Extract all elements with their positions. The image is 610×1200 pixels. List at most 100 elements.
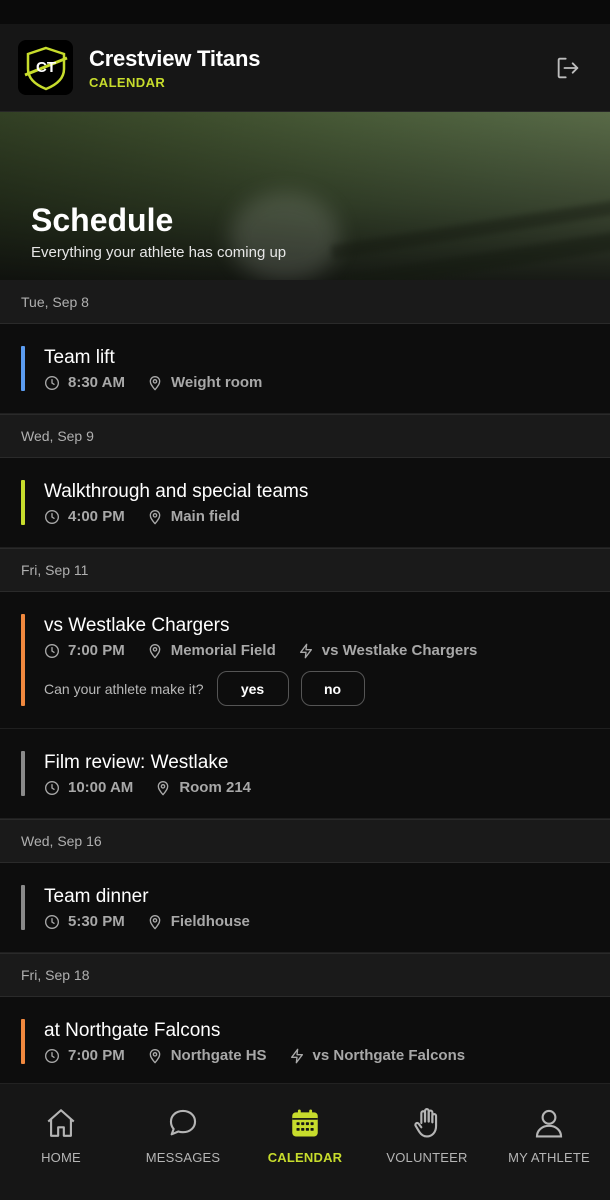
event-title: Film review: Westlake: [44, 752, 229, 773]
page-title: Schedule: [31, 202, 174, 238]
event-title: vs Westlake Chargers: [44, 615, 230, 636]
clock-icon: [44, 914, 68, 930]
event-color-bar: [21, 346, 25, 391]
clock-icon: [44, 643, 68, 659]
event-location-text: Memorial Field: [170, 642, 276, 659]
event-time-text: 4:00 PM: [68, 508, 125, 525]
event-item[interactable]: vs Westlake Chargers 7:00 PM Memorial Fiel…: [0, 592, 610, 729]
tab-calendar[interactable]: CALENDAR: [244, 1084, 366, 1200]
location-pin-icon: [155, 780, 179, 796]
event-title: at Northgate Falcons: [44, 1020, 221, 1041]
day-header: Wed, Sep 9: [0, 414, 610, 458]
event-time: 8:30 AM: [44, 374, 125, 391]
calendar-icon: [288, 1106, 322, 1140]
event-time-text: 7:00 PM: [68, 642, 125, 659]
event-time-text: 5:30 PM: [68, 913, 125, 930]
event-opponent: vs Westlake Chargers: [298, 642, 478, 659]
hand-icon: [410, 1106, 444, 1140]
rsvp-yes-button[interactable]: yes: [216, 671, 289, 706]
event-color-bar: [21, 885, 25, 930]
tab-label: CALENDAR: [267, 1150, 343, 1165]
location-pin-icon: [147, 643, 171, 659]
chat-bubble-icon: [166, 1106, 200, 1140]
event-location-text: Main field: [170, 508, 240, 525]
app-header: CT Crestview Titans CALENDAR: [0, 24, 610, 112]
home-icon: [44, 1106, 78, 1140]
event-title: Team dinner: [44, 886, 149, 907]
location-pin-icon: [147, 1048, 171, 1064]
day-header: Fri, Sep 11: [0, 548, 610, 592]
event-time-text: 10:00 AM: [68, 779, 134, 796]
section-name: CALENDAR: [89, 74, 166, 90]
clock-icon: [44, 509, 68, 525]
person-icon: [532, 1106, 566, 1140]
tab-label: HOME: [41, 1150, 81, 1165]
event-item[interactable]: Team lift 8:30 AM Weight room: [0, 324, 610, 414]
header-text: Crestview Titans CALENDAR: [89, 46, 260, 90]
tab-volunteer[interactable]: VOLUNTEER: [366, 1084, 488, 1200]
event-item[interactable]: at Northgate Falcons 7:00 PM Northgate HS v…: [0, 997, 610, 1083]
rsvp-question: Can your athlete make it?: [44, 680, 204, 697]
event-item[interactable]: Walkthrough and special teams 4:00 PM Main…: [0, 458, 610, 548]
schedule-list[interactable]: Tue, Sep 8 Team lift 8:30 AM Weight room Wed…: [0, 280, 610, 1083]
hero-photo-blur: [230, 192, 340, 280]
event-color-bar: [21, 614, 25, 706]
event-opponent-text: vs Northgate Falcons: [312, 1047, 466, 1064]
event-color-bar: [21, 751, 25, 796]
tab-home[interactable]: HOME: [0, 1084, 122, 1200]
event-time: 4:00 PM: [44, 508, 125, 525]
event-item[interactable]: Team dinner 5:30 PM Fieldhouse: [0, 863, 610, 953]
rsvp-row: Can your athlete make it? yes no: [44, 671, 610, 706]
day-header: Fri, Sep 18: [0, 953, 610, 997]
event-location: Memorial Field: [147, 642, 276, 659]
event-color-bar: [21, 1019, 25, 1064]
team-name: Crestview Titans: [89, 45, 261, 71]
day-header: Wed, Sep 16: [0, 819, 610, 863]
event-title: Team lift: [44, 347, 115, 368]
event-opponent-text: vs Westlake Chargers: [321, 642, 478, 659]
tab-label: VOLUNTEER: [386, 1150, 468, 1165]
location-pin-icon: [147, 375, 171, 391]
event-meta: 8:30 AM Weight room: [44, 374, 610, 391]
event-time: 7:00 PM: [44, 1047, 125, 1064]
tab-label: MY ATHLETE: [508, 1150, 590, 1165]
event-time: 5:30 PM: [44, 913, 125, 930]
logout-icon[interactable]: [554, 54, 582, 82]
clock-icon: [44, 375, 68, 391]
event-location-text: Fieldhouse: [170, 913, 250, 930]
event-color-bar: [21, 480, 25, 525]
tab-messages[interactable]: MESSAGES: [122, 1084, 244, 1200]
lightning-icon: [289, 1048, 313, 1064]
location-pin-icon: [147, 509, 171, 525]
clock-icon: [44, 1048, 68, 1064]
bottom-tab-bar: HOME MESSAGES CALENDAR VOLUNTEER MY ATHLETE: [0, 1083, 610, 1200]
clock-icon: [44, 780, 68, 796]
event-opponent: vs Northgate Falcons: [289, 1047, 466, 1064]
page-subtitle: Everything your athlete has coming up: [31, 244, 287, 261]
rsvp-no-button[interactable]: no: [300, 671, 365, 706]
event-time: 10:00 AM: [44, 779, 133, 796]
event-location-text: Weight room: [170, 374, 263, 391]
event-meta: 7:00 PM Northgate HS vs Northgate Falcons: [44, 1047, 610, 1064]
day-header: Tue, Sep 8: [0, 280, 610, 324]
event-location: Main field: [147, 508, 240, 525]
event-meta: 5:30 PM Fieldhouse: [44, 913, 610, 930]
event-meta: 10:00 AM Room 214: [44, 779, 610, 796]
event-item[interactable]: Film review: Westlake 10:00 AM Room 214: [0, 729, 610, 819]
event-time: 7:00 PM: [44, 642, 125, 659]
event-location-text: Northgate HS: [170, 1047, 267, 1064]
event-meta: 4:00 PM Main field: [44, 508, 610, 525]
location-pin-icon: [147, 914, 171, 930]
event-location: Northgate HS: [147, 1047, 267, 1064]
tab-my-athlete[interactable]: MY ATHLETE: [488, 1084, 610, 1200]
logo-text: CT: [36, 59, 56, 76]
status-bar: [0, 0, 610, 24]
event-time-text: 7:00 PM: [68, 1047, 125, 1064]
event-location: Fieldhouse: [147, 913, 250, 930]
event-location: Weight room: [147, 374, 262, 391]
tab-label: MESSAGES: [145, 1150, 221, 1165]
event-meta: 7:00 PM Memorial Field vs Westlake Charger…: [44, 642, 610, 659]
event-time-text: 8:30 AM: [68, 374, 125, 391]
team-logo: CT: [18, 40, 73, 95]
event-title: Walkthrough and special teams: [44, 481, 309, 502]
